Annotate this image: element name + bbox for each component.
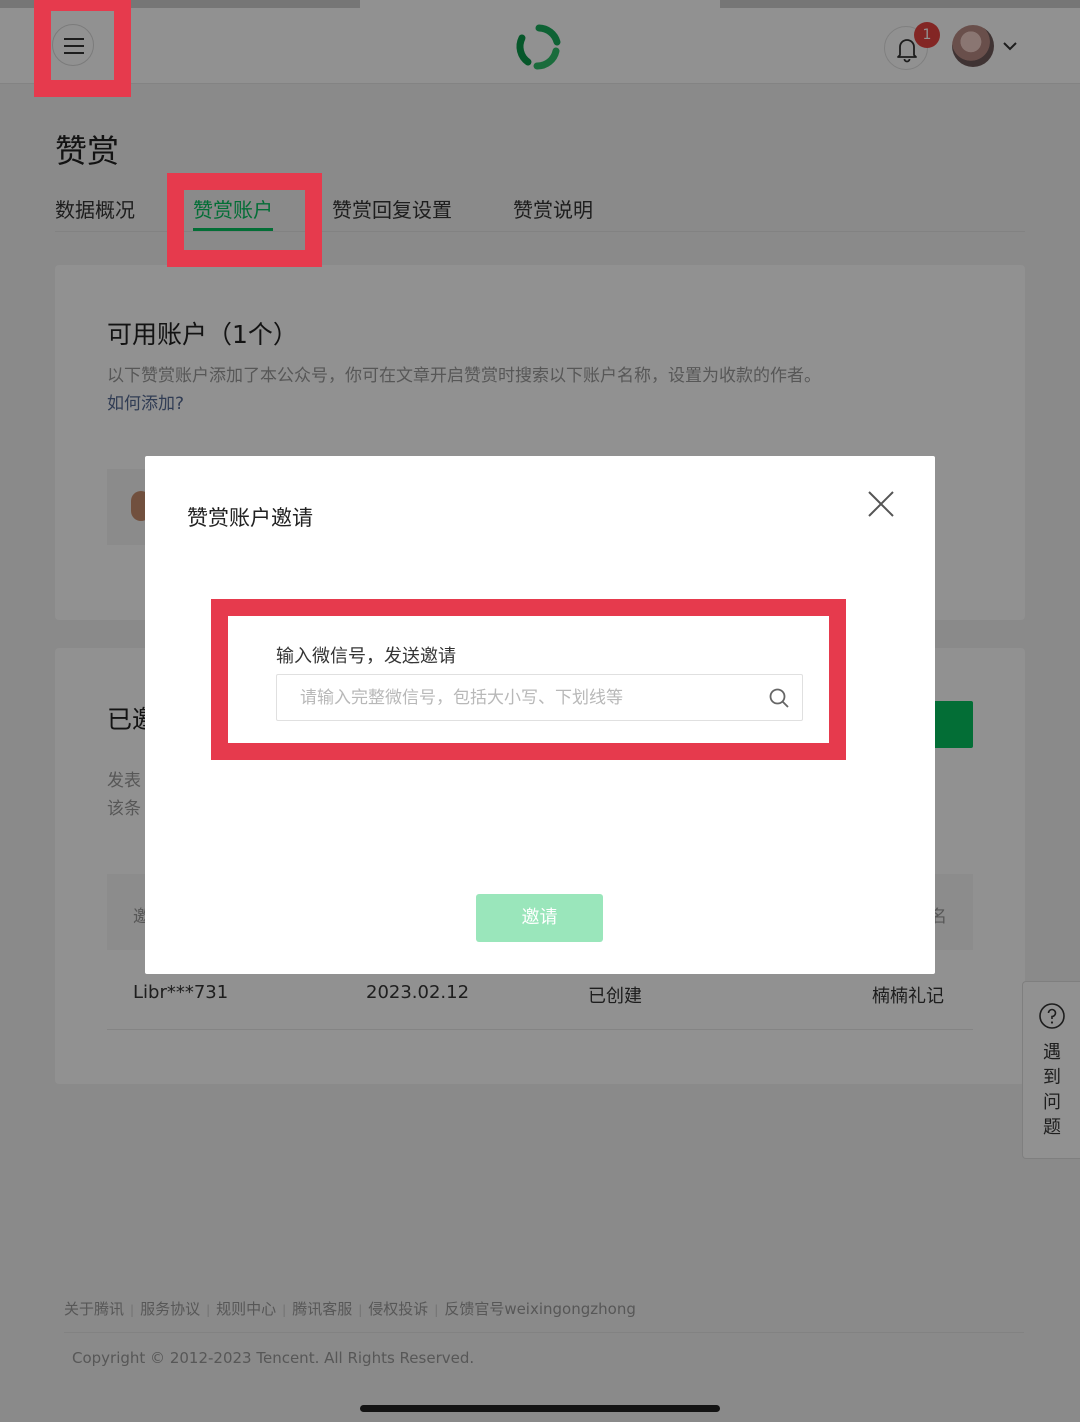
highlight-box-input [211, 599, 846, 760]
invite-button[interactable]: 邀请 [476, 894, 603, 942]
close-icon[interactable] [865, 488, 897, 520]
highlight-box-menu [34, 0, 131, 97]
dialog-title: 赞赏账户邀请 [187, 506, 313, 530]
highlight-box-tab [167, 173, 322, 267]
